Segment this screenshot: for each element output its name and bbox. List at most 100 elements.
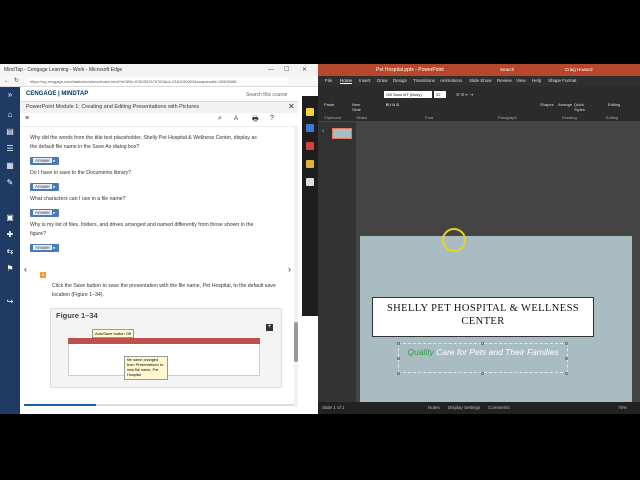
question-2: Do I have to save to the Documents libra… bbox=[30, 170, 131, 176]
ppt-file-title: Pet Hospital.pptx - PowerPoint bbox=[376, 67, 444, 73]
figure-expand-button[interactable]: + bbox=[266, 324, 273, 331]
tab-shape-format[interactable]: Shape Format bbox=[548, 78, 577, 83]
exit-icon[interactable]: ↪ bbox=[5, 297, 15, 307]
question-4: Why is my list of files, folders, and dr… bbox=[30, 222, 254, 237]
back-icon[interactable]: ← bbox=[4, 77, 10, 85]
resize-handle[interactable] bbox=[565, 357, 568, 360]
new-slide-button[interactable]: New Slide bbox=[352, 102, 366, 112]
prev-page-button[interactable]: ‹ bbox=[24, 264, 27, 274]
tab-insert[interactable]: Insert bbox=[359, 78, 370, 83]
text-size-icon[interactable]: A bbox=[234, 116, 238, 122]
home-icon[interactable]: ⌂ bbox=[5, 110, 15, 120]
refresh-icon[interactable]: ↻ bbox=[14, 77, 19, 85]
subtitle-quality: Quality bbox=[407, 347, 434, 357]
url-field[interactable]: https://ng.cengage.com/static/nb/ui/evo/… bbox=[26, 78, 288, 85]
comment-icon[interactable] bbox=[306, 178, 314, 186]
screen: MindTap - Cengage Learning - Work - Micr… bbox=[0, 64, 640, 414]
tab-help[interactable]: Help bbox=[532, 78, 541, 83]
help-icon[interactable]: ? bbox=[270, 115, 274, 122]
cursor-highlight bbox=[442, 228, 466, 252]
tab-transitions[interactable]: Transitions bbox=[413, 78, 435, 83]
grid-icon[interactable]: ▦ bbox=[5, 161, 15, 171]
list-icon[interactable]: ☰ bbox=[5, 144, 15, 154]
step-badge: 5 bbox=[40, 272, 46, 278]
minimize-button[interactable]: — bbox=[268, 66, 274, 74]
reader-toolbar: ≡ ⌕ A 🖶 ? bbox=[20, 113, 298, 127]
font-name-box[interactable]: Gill Sans MT (Body) bbox=[384, 91, 432, 98]
print-icon[interactable]: 🖶 bbox=[252, 115, 259, 126]
resize-handle[interactable] bbox=[481, 372, 484, 375]
figure-ribbon bbox=[68, 338, 260, 344]
filename-callout: file name changed from Presentation1 to … bbox=[124, 356, 168, 380]
resize-handle[interactable] bbox=[565, 372, 568, 375]
progress-bar bbox=[24, 404, 96, 406]
resize-handle[interactable] bbox=[481, 342, 484, 345]
answer-button-4[interactable]: Answer ▸ bbox=[30, 244, 59, 252]
step-text: Click the Save button to save the presen… bbox=[52, 283, 276, 298]
tools-icon[interactable]: ▣ bbox=[5, 213, 15, 223]
record-icon[interactable] bbox=[306, 142, 314, 150]
tab-draw[interactable]: Draw bbox=[377, 78, 388, 83]
group-clipboard: Clipboard bbox=[324, 115, 342, 120]
tab-design[interactable]: Design bbox=[393, 78, 407, 83]
paste-button[interactable]: Paste bbox=[324, 102, 334, 107]
grad-icon[interactable]: ✚ bbox=[5, 230, 15, 240]
tab-slide-show[interactable]: Slide Show bbox=[469, 78, 492, 83]
mindtap-rail: » ⌂ ▤ ☰ ▦ ✎ ▣ ✚ ⇆ ⚑ ↪ bbox=[0, 87, 20, 414]
tab-review[interactable]: Review bbox=[497, 78, 512, 83]
group-editing: Editing bbox=[606, 115, 619, 120]
answer-button-3[interactable]: Answer ▸ bbox=[30, 209, 59, 217]
font-size-box[interactable]: 32 bbox=[434, 91, 446, 98]
resize-handle[interactable] bbox=[397, 342, 400, 345]
maximize-button[interactable]: ☐ bbox=[284, 66, 289, 74]
display-settings-button[interactable]: Display Settings bbox=[448, 405, 480, 410]
comments-button[interactable]: Comments bbox=[488, 405, 510, 410]
module-title: PowerPoint Module 1: Creating and Editin… bbox=[26, 104, 200, 110]
rotate-handle-icon[interactable]: ↻ bbox=[480, 330, 486, 337]
subtitle-rest: Care for Pets and Their Families bbox=[433, 347, 559, 357]
reader-scrollbar[interactable] bbox=[294, 127, 298, 407]
tab-view[interactable]: View bbox=[516, 78, 526, 83]
autosave-callout: AutoSave button Off bbox=[92, 329, 134, 338]
doc-icon[interactable] bbox=[306, 124, 314, 132]
book-icon[interactable]: ▤ bbox=[5, 127, 15, 137]
question-1: Why did the words from the title text pl… bbox=[30, 135, 257, 150]
group-paragraph: Paragraph bbox=[498, 115, 517, 120]
sticky-icon[interactable] bbox=[306, 160, 314, 168]
expand-icon[interactable]: » bbox=[5, 90, 15, 100]
cengage-logo: CENGAGE | MINDTAP bbox=[26, 91, 89, 97]
shapes-button[interactable]: Shapes bbox=[540, 102, 554, 107]
quick-styles-button[interactable]: Quick Styles bbox=[574, 102, 592, 112]
course-search[interactable]: Search this course bbox=[246, 92, 287, 98]
answer-button-1[interactable]: Answer ▸ bbox=[30, 157, 59, 165]
zoom-level[interactable]: 76% bbox=[618, 405, 627, 410]
pen-icon[interactable] bbox=[306, 108, 314, 116]
tab-animations[interactable]: Animations bbox=[440, 78, 462, 83]
tab-file[interactable]: File bbox=[325, 78, 332, 83]
notes-button[interactable]: Notes bbox=[428, 405, 440, 410]
ppt-search[interactable]: Search bbox=[500, 67, 514, 72]
slide-thumbnail[interactable] bbox=[332, 128, 352, 139]
arrange-button[interactable]: Arrange bbox=[558, 102, 572, 107]
resize-handle[interactable] bbox=[397, 372, 400, 375]
tab-home[interactable]: Home bbox=[340, 78, 352, 83]
answer-button-2[interactable]: Answer ▸ bbox=[30, 183, 59, 191]
toc-icon[interactable]: ≡ bbox=[25, 115, 29, 122]
bullets-button[interactable]: ☰ ☰ ⇤ ⇥ bbox=[456, 92, 473, 97]
reader-close-button[interactable]: ✕ bbox=[288, 102, 295, 111]
resize-handle[interactable] bbox=[397, 357, 400, 360]
group-font: Font bbox=[425, 115, 434, 120]
resize-handle[interactable] bbox=[565, 342, 568, 345]
next-page-button[interactable]: › bbox=[288, 264, 291, 274]
editing-button[interactable]: Editing bbox=[608, 102, 620, 107]
search-icon[interactable]: ⌕ bbox=[218, 115, 222, 123]
edit-icon[interactable]: ✎ bbox=[5, 178, 15, 188]
link-icon[interactable]: ⇆ bbox=[5, 247, 15, 257]
slide-number: 1 bbox=[322, 128, 325, 133]
slide-thumbnail-pane bbox=[318, 122, 356, 402]
bold-button[interactable]: B I U S bbox=[386, 102, 399, 107]
reader-scroll-thumb[interactable] bbox=[294, 322, 298, 362]
flag-icon[interactable]: ⚑ bbox=[5, 264, 15, 274]
group-slides: Slides bbox=[356, 115, 367, 120]
close-button[interactable]: ✕ bbox=[302, 66, 307, 74]
